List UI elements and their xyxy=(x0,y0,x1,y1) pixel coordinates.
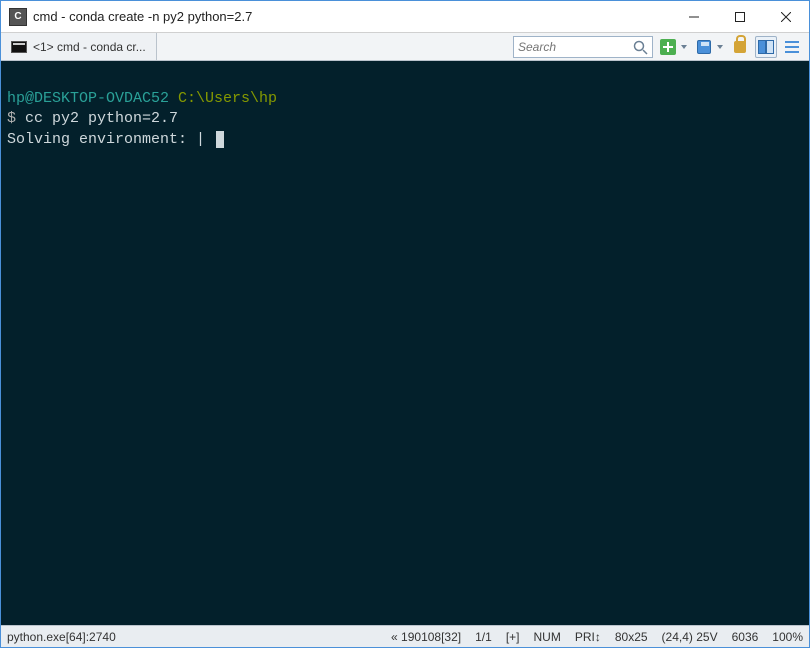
status-zoom: 100% xyxy=(772,630,803,644)
tab-bar: <1> cmd - conda cr... xyxy=(1,33,809,61)
minimize-button[interactable] xyxy=(671,2,717,32)
new-tab-button[interactable] xyxy=(657,36,679,58)
terminal-output[interactable]: hp@DESKTOP-OVDAC52 C:\Users\hp $ cc py2 … xyxy=(1,61,809,625)
save-icon xyxy=(697,40,711,54)
toolbar xyxy=(513,33,809,60)
save-dropdown[interactable] xyxy=(715,36,725,58)
lock-button[interactable] xyxy=(729,36,751,58)
search-input[interactable] xyxy=(518,40,632,54)
app-icon: C xyxy=(9,8,27,26)
status-bar: python.exe[64]:2740 « 190108[32] 1/1 [+]… xyxy=(1,625,809,647)
status-size: 80x25 xyxy=(615,630,648,644)
prompt-user-host: hp@DESKTOP-OVDAC52 xyxy=(7,90,169,107)
plus-icon xyxy=(660,39,676,55)
output-line: Solving environment: | xyxy=(7,131,205,148)
terminal-cursor xyxy=(216,131,224,148)
status-pid: 6036 xyxy=(732,630,759,644)
terminal-icon xyxy=(11,41,27,53)
tab-label: <1> cmd - conda cr... xyxy=(33,40,146,54)
window-title: cmd - conda create -n py2 python=2.7 xyxy=(33,9,252,24)
menu-button[interactable] xyxy=(781,36,803,58)
tab-terminal[interactable]: <1> cmd - conda cr... xyxy=(1,33,157,60)
prompt-symbol: $ xyxy=(7,110,16,127)
status-flags: [+] xyxy=(506,630,520,644)
new-tab-dropdown[interactable] xyxy=(679,36,689,58)
lock-icon xyxy=(734,41,746,53)
split-view-button[interactable] xyxy=(755,36,777,58)
maximize-button[interactable] xyxy=(717,2,763,32)
split-icon xyxy=(758,40,774,54)
status-process: python.exe[64]:2740 xyxy=(7,630,116,644)
close-button[interactable] xyxy=(763,2,809,32)
save-button[interactable] xyxy=(693,36,715,58)
status-num: NUM xyxy=(534,630,561,644)
status-pri: PRI↕ xyxy=(575,630,601,644)
search-icon xyxy=(632,39,648,55)
status-time: « 190108[32] xyxy=(391,630,461,644)
status-cursor: (24,4) 25V xyxy=(662,630,718,644)
menu-icon xyxy=(785,41,799,53)
status-split: 1/1 xyxy=(475,630,492,644)
command-text: cc py2 python=2.7 xyxy=(25,110,178,127)
window-titlebar: C cmd - conda create -n py2 python=2.7 xyxy=(1,1,809,33)
prompt-cwd: C:\Users\hp xyxy=(178,90,277,107)
search-box[interactable] xyxy=(513,36,653,58)
